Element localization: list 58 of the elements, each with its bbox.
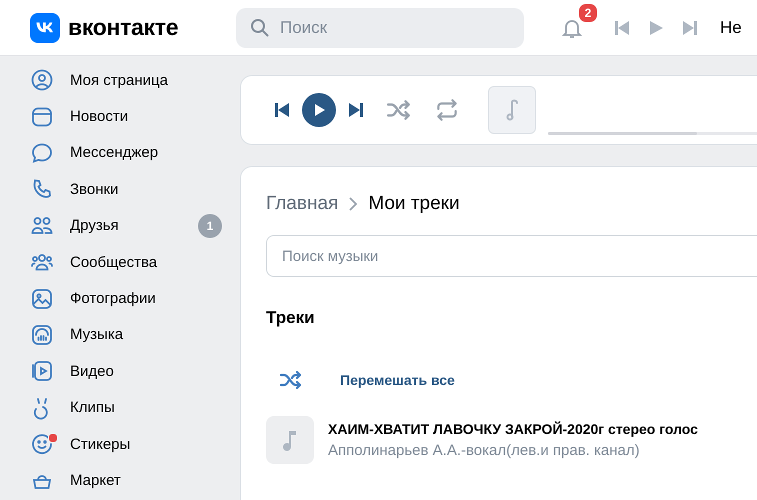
search-field[interactable]: Поиск xyxy=(236,8,524,48)
sidebar-item[interactable]: Новости xyxy=(30,98,240,135)
menu-icon xyxy=(30,104,54,129)
search-icon xyxy=(250,18,270,38)
menu-label: Сообщества xyxy=(70,254,158,271)
sidebar-item[interactable]: Клипы xyxy=(30,390,240,426)
menu-label: Новости xyxy=(70,108,130,126)
track-artist: Апполинарьев А.А.-вокал(лев.и прав. канал) xyxy=(328,442,641,459)
sidebar-item[interactable]: Сообщества xyxy=(30,244,240,280)
logo-icon[interactable] xyxy=(30,12,60,42)
sidebar-item[interactable]: Моя страница xyxy=(30,62,240,98)
menu-label: Мессенджер xyxy=(70,144,160,162)
shuffle-icon xyxy=(279,368,303,392)
menu-label: Маркет xyxy=(70,472,122,489)
menu-icon xyxy=(30,322,54,347)
next-icon[interactable] xyxy=(682,20,698,36)
previous-icon[interactable] xyxy=(614,20,630,36)
next-button[interactable] xyxy=(348,102,364,118)
breadcrumb-link[interactable]: Главная xyxy=(266,193,338,215)
breadcrumb-current: Мои треки xyxy=(368,193,460,215)
user-name[interactable]: Не xyxy=(720,18,742,38)
sidebar-item[interactable]: Музыка xyxy=(30,316,240,354)
menu-label: Клипы xyxy=(70,399,116,416)
menu-icon xyxy=(30,359,54,384)
count-badge: 1 xyxy=(198,214,222,238)
menu-label: Звонки xyxy=(70,180,120,198)
chevron-icon xyxy=(348,197,358,211)
menu-icon xyxy=(30,68,54,92)
play-icon xyxy=(312,103,326,117)
menu-icon xyxy=(30,286,54,311)
play-button[interactable] xyxy=(302,93,336,127)
section-title: Треки xyxy=(266,308,316,328)
menu-label: Друзья xyxy=(70,217,120,234)
menu-label: Моя страница xyxy=(70,72,169,89)
menu-icon xyxy=(30,140,54,165)
menu-label: Музыка xyxy=(70,326,124,344)
notification-badge: 2 xyxy=(577,2,599,24)
note-icon xyxy=(504,98,520,122)
shuffle-all-button[interactable]: Перемешать все xyxy=(266,368,455,392)
sidebar-item[interactable]: Мессенджер xyxy=(30,134,240,172)
music-search-field[interactable]: Поиск музыки xyxy=(266,235,757,277)
track-title: ХАИМ-ХВАТИТ ЛАВОЧКУ ЗАКРОЙ-2020г стерео голос xyxy=(328,421,698,437)
sidebar-item[interactable]: Стикеры xyxy=(30,426,240,462)
menu-label: Видео xyxy=(70,362,115,380)
shuffle-icon xyxy=(386,97,412,123)
menu-label: Стикеры xyxy=(70,436,132,453)
sidebar-item[interactable]: Фотографии xyxy=(30,280,240,317)
sidebar-item[interactable]: Друзья 1 xyxy=(30,208,240,244)
track-row[interactable]: ХАИМ-ХВАТИТ ЛАВОЧКУ ЗАКРОЙ-2020г стерео голос Апполинарьев А.А.-вокал(лев.и прав. канал) xyxy=(266,416,757,464)
sidebar-item[interactable]: Видео xyxy=(30,353,240,390)
previous-button[interactable] xyxy=(274,102,290,118)
play-icon[interactable] xyxy=(648,20,664,36)
sidebar-item[interactable]: Маркет xyxy=(30,462,240,499)
menu-label: Фотографии xyxy=(70,290,157,308)
logo-text: вконтакте xyxy=(68,14,178,41)
sidebar-item[interactable]: Звонки xyxy=(30,171,240,208)
menu-icon xyxy=(30,432,54,456)
repeat-icon[interactable] xyxy=(434,97,460,123)
